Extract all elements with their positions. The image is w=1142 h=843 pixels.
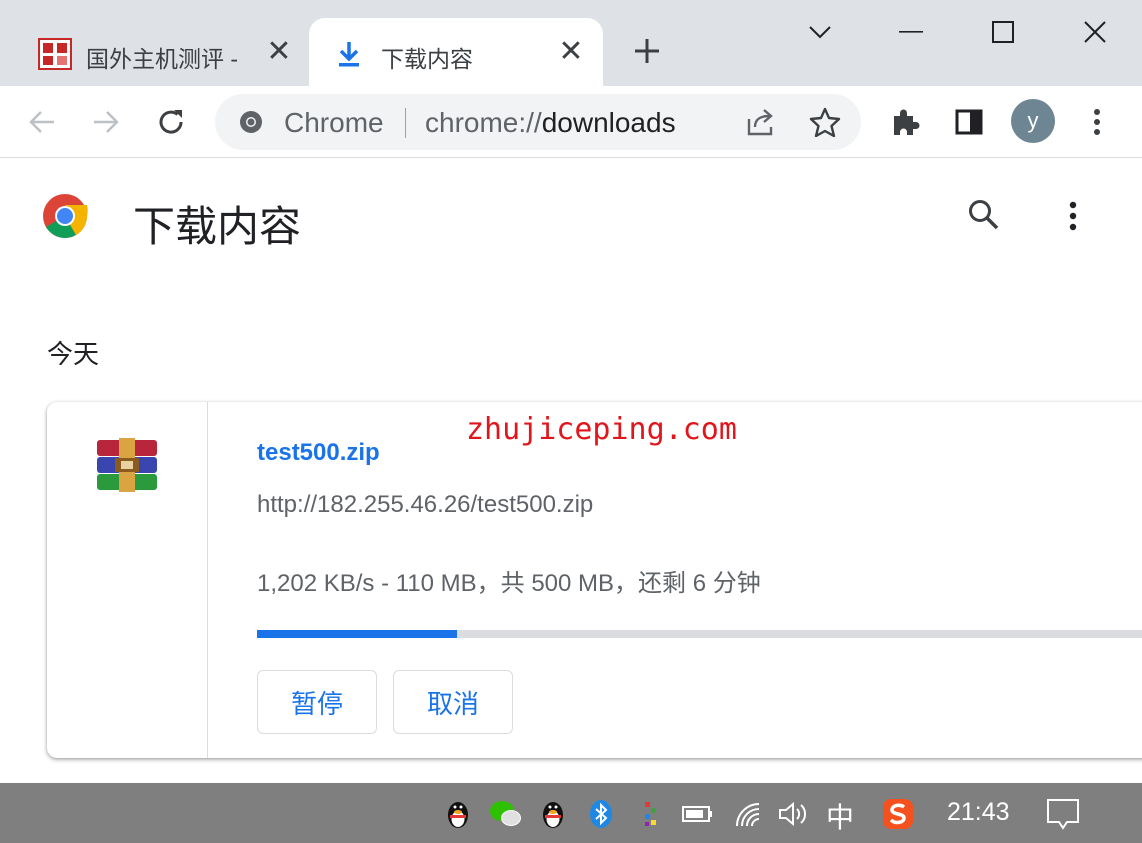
search-icon[interactable]	[966, 197, 1002, 233]
watermark-text: zhujiceping.com	[466, 412, 737, 447]
url-scheme: chrome://	[425, 107, 542, 138]
chrome-site-icon	[238, 109, 264, 135]
url-path: downloads	[541, 107, 676, 138]
winrar-archive-icon	[95, 438, 159, 494]
sogou-input-icon[interactable]	[881, 797, 915, 831]
wifi-icon[interactable]	[731, 797, 765, 831]
plus-icon[interactable]	[632, 36, 662, 66]
forward-arrow-icon[interactable]	[82, 98, 130, 146]
avatar[interactable]: y	[1011, 99, 1055, 143]
close-tab-icon[interactable]: ✕	[556, 37, 586, 67]
download-status-text: 1,202 KB/s - 110 MB，共 500 MB，还剩 6 分钟	[257, 570, 761, 597]
pause-button[interactable]: 暂停	[257, 670, 377, 734]
taskbar-clock[interactable]: 21:43	[947, 798, 1010, 827]
ime-indicator[interactable]: 中	[826, 796, 854, 836]
tab-search-chevron-icon[interactable]	[800, 12, 840, 52]
tab-site[interactable]: 国外主机测评 - ✕	[20, 18, 308, 86]
minimize-icon[interactable]	[891, 12, 931, 52]
close-icon[interactable]	[1075, 12, 1115, 52]
omnibox-url[interactable]: chrome://downloads	[425, 107, 676, 139]
windows-taskbar: 中 21:43	[0, 783, 1142, 843]
cancel-button[interactable]: 取消	[393, 670, 513, 734]
date-section-label: 今天	[47, 339, 100, 369]
download-file-name-link[interactable]: test500.zip	[257, 439, 380, 467]
tab-strip: 国外主机测评 - ✕ 下载内容 ✕	[0, 0, 1142, 86]
download-source-url[interactable]: http://182.255.46.26/test500.zip	[257, 491, 593, 519]
omnibox-site-label: Chrome	[284, 107, 384, 138]
omnibox-separator	[405, 108, 406, 138]
back-arrow-icon[interactable]	[18, 98, 66, 146]
page-title: 下载内容	[133, 203, 302, 250]
download-progress-bar	[257, 630, 1142, 638]
battery-icon[interactable]	[681, 797, 715, 831]
omnibox[interactable]: Chrome chrome://downloads	[215, 94, 861, 150]
site-favicon	[38, 38, 72, 70]
page-menu-kebab-icon[interactable]	[1068, 201, 1078, 231]
tab-downloads[interactable]: 下载内容 ✕	[309, 18, 603, 86]
color-grid-app-icon[interactable]	[633, 797, 667, 831]
side-panel-icon[interactable]	[945, 98, 993, 146]
download-icon	[337, 40, 361, 68]
browser-toolbar: Chrome chrome://downloads y	[0, 86, 1142, 158]
menu-kebab-icon[interactable]	[1073, 98, 1121, 146]
bookmark-star-icon[interactable]	[809, 107, 841, 138]
reload-icon[interactable]	[147, 98, 195, 146]
download-progress-fill	[257, 630, 458, 638]
download-item-card: test500.zip http://182.255.46.26/test500…	[47, 402, 1142, 758]
extensions-puzzle-icon[interactable]	[881, 98, 929, 146]
tab-title: 下载内容	[381, 46, 473, 72]
maximize-icon[interactable]	[983, 12, 1023, 52]
chrome-logo-icon	[42, 193, 88, 239]
card-divider	[207, 402, 208, 758]
notification-center-icon[interactable]	[1046, 797, 1080, 831]
qq-penguin-icon-2[interactable]	[536, 797, 570, 831]
bluetooth-icon[interactable]	[584, 797, 618, 831]
volume-icon[interactable]	[776, 797, 810, 831]
qq-penguin-icon[interactable]	[441, 797, 475, 831]
tab-title: 国外主机测评 -	[86, 46, 239, 72]
wechat-icon[interactable]	[489, 797, 523, 831]
close-tab-icon[interactable]: ✕	[264, 37, 294, 67]
share-icon[interactable]	[745, 107, 777, 137]
